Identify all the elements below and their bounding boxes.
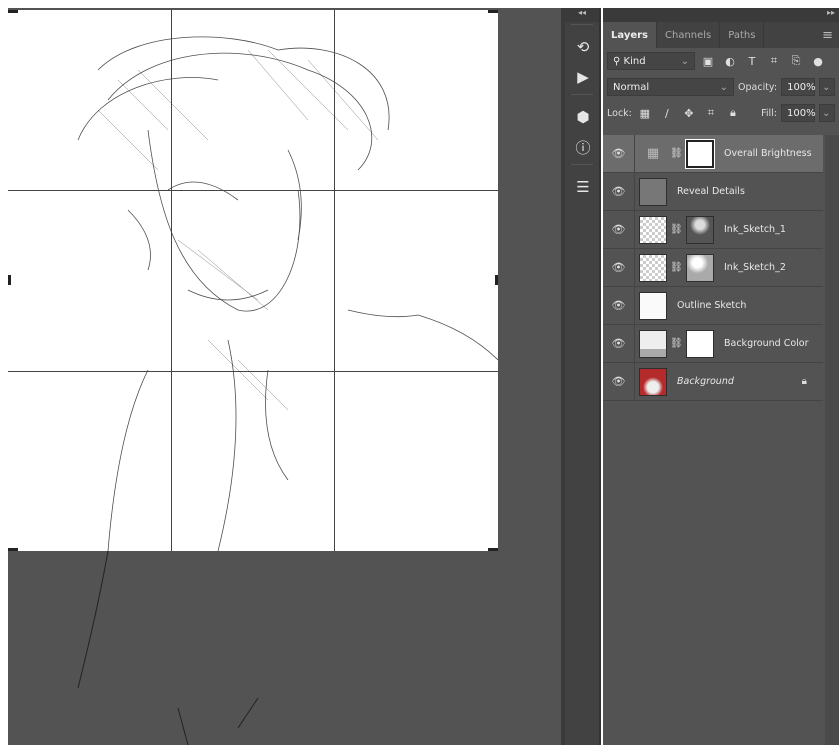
eye-icon[interactable]: 👁︎	[603, 135, 635, 172]
history-icon[interactable]: ⟲	[565, 32, 601, 62]
layer-thumbnail	[639, 177, 667, 206]
smart-object-filter-icon[interactable]: ⎘	[787, 54, 805, 68]
image-filter-icon[interactable]: ▣	[699, 55, 717, 68]
fill-input[interactable]: 100%	[781, 104, 816, 122]
tab-channels[interactable]: Channels	[657, 22, 721, 48]
layer-thumbnail	[639, 253, 667, 282]
crop-handle[interactable]	[495, 275, 498, 285]
layer-name: Reveal Details	[677, 186, 745, 197]
layer-mask-thumbnail[interactable]	[686, 329, 714, 358]
layer-name: Ink_Sketch_2	[724, 262, 786, 273]
sketch-artwork	[77, 36, 498, 551]
layer-background-color[interactable]: 👁︎ ⛓︎ Background Color	[603, 325, 823, 363]
tab-layers[interactable]: Layers	[603, 22, 657, 48]
search-icon: ⚲	[613, 55, 624, 67]
3d-properties-icon[interactable]: ⬢	[565, 102, 601, 132]
clone-source-icon[interactable]: ☰	[565, 172, 601, 202]
crop-handle[interactable]	[488, 548, 498, 551]
layer-name: Ink_Sketch_1	[724, 224, 786, 235]
eye-icon[interactable]: 👁︎	[603, 363, 635, 400]
link-icon[interactable]: ⛓︎	[670, 148, 683, 159]
lock-all-icon[interactable]: 🔒︎	[724, 106, 742, 120]
layer-outline-sketch[interactable]: 👁︎ Outline Sketch	[603, 287, 823, 325]
eye-icon[interactable]: 👁︎	[603, 211, 635, 248]
layer-thumbnail	[639, 215, 667, 244]
layer-ink-sketch-2[interactable]: 👁︎ ⛓︎ Ink_Sketch_2	[603, 249, 823, 287]
crop-handle[interactable]	[8, 548, 18, 551]
tool-dock: ◂◂ ⟲ ▶ ⬢ ⓘ ☰	[565, 8, 601, 745]
link-icon[interactable]: ⛓︎	[670, 338, 683, 349]
layer-thumbnail	[639, 291, 667, 320]
blend-mode-value: Normal	[613, 81, 650, 93]
layer-background[interactable]: 👁︎ Background 🔒︎	[603, 363, 823, 401]
solid-color-fill-icon	[639, 329, 667, 358]
scrollbar[interactable]	[825, 135, 839, 745]
link-icon[interactable]: ⛓︎	[670, 262, 683, 273]
layer-name: Background	[677, 376, 734, 387]
opacity-input[interactable]: 100%	[781, 78, 816, 96]
layer-reveal-details[interactable]: 👁︎ Reveal Details	[603, 173, 823, 211]
layer-name: Overall Brightness	[724, 148, 812, 159]
tab-paths[interactable]: Paths	[720, 22, 765, 48]
layer-name: Background Color	[724, 338, 809, 349]
crop-handle[interactable]	[8, 275, 11, 285]
layer-mask-thumbnail[interactable]	[685, 138, 715, 169]
crop-handle[interactable]	[488, 10, 498, 13]
canvas-area[interactable]	[8, 8, 561, 745]
play-actions-icon[interactable]: ▶	[565, 62, 601, 92]
lock-transparency-icon[interactable]: ▦	[636, 107, 654, 120]
opacity-dropdown[interactable]: ⌄	[819, 78, 835, 96]
collapse-right-button[interactable]: ▸▸	[603, 8, 839, 22]
lock-pixels-icon[interactable]: ∕	[658, 107, 676, 120]
lock-icon[interactable]: 🔒︎	[802, 376, 807, 387]
lock-artboard-icon[interactable]: ⌗	[702, 106, 720, 120]
lock-label: Lock:	[607, 107, 632, 119]
eye-icon[interactable]: 👁︎	[603, 249, 635, 286]
collapse-left-button[interactable]: ◂◂	[565, 8, 599, 22]
document-canvas[interactable]	[8, 10, 498, 551]
layers-panel: ▸▸ Layers Channels Paths ≡ ⚲ Kind ⌄ ▣ ◐ …	[603, 8, 839, 745]
chevron-down-icon: ⌄	[719, 81, 729, 93]
layer-thumbnail	[639, 367, 667, 396]
filter-kind-select[interactable]: ⚲ Kind ⌄	[607, 52, 695, 70]
layers-list: 👁︎ ▦ ⛓︎ Overall Brightness 👁︎ Reveal Det…	[603, 135, 839, 401]
eye-icon[interactable]: 👁︎	[603, 325, 635, 362]
panel-menu-icon[interactable]: ≡	[816, 22, 839, 48]
adjustment-filter-icon[interactable]: ◐	[721, 55, 739, 68]
filter-kind-value: Kind	[623, 55, 646, 67]
layer-name: Outline Sketch	[677, 300, 747, 311]
type-filter-icon[interactable]: T	[743, 55, 761, 68]
filter-toggle[interactable]: ●	[809, 55, 827, 68]
layer-overall-brightness[interactable]: 👁︎ ▦ ⛓︎ Overall Brightness	[603, 135, 823, 173]
layer-ink-sketch-1[interactable]: 👁︎ ⛓︎ Ink_Sketch_1	[603, 211, 823, 249]
info-icon[interactable]: ⓘ	[565, 132, 601, 162]
shape-filter-icon[interactable]: ⌗	[765, 54, 783, 68]
curves-adjustment-icon: ▦	[646, 145, 660, 161]
opacity-label: Opacity:	[738, 81, 778, 93]
link-icon[interactable]: ⛓︎	[670, 224, 683, 235]
chevron-down-icon: ⌄	[680, 55, 689, 67]
blend-mode-select[interactable]: Normal ⌄	[607, 78, 735, 96]
fill-label: Fill:	[761, 107, 777, 119]
lock-position-icon[interactable]: ✥	[680, 107, 698, 120]
layer-mask-thumbnail[interactable]	[686, 215, 714, 244]
eye-icon[interactable]: 👁︎	[603, 287, 635, 324]
crop-handle[interactable]	[8, 10, 18, 13]
fill-dropdown[interactable]: ⌄	[819, 104, 835, 122]
layer-mask-thumbnail[interactable]	[686, 253, 714, 282]
eye-icon[interactable]: 👁︎	[603, 173, 635, 210]
